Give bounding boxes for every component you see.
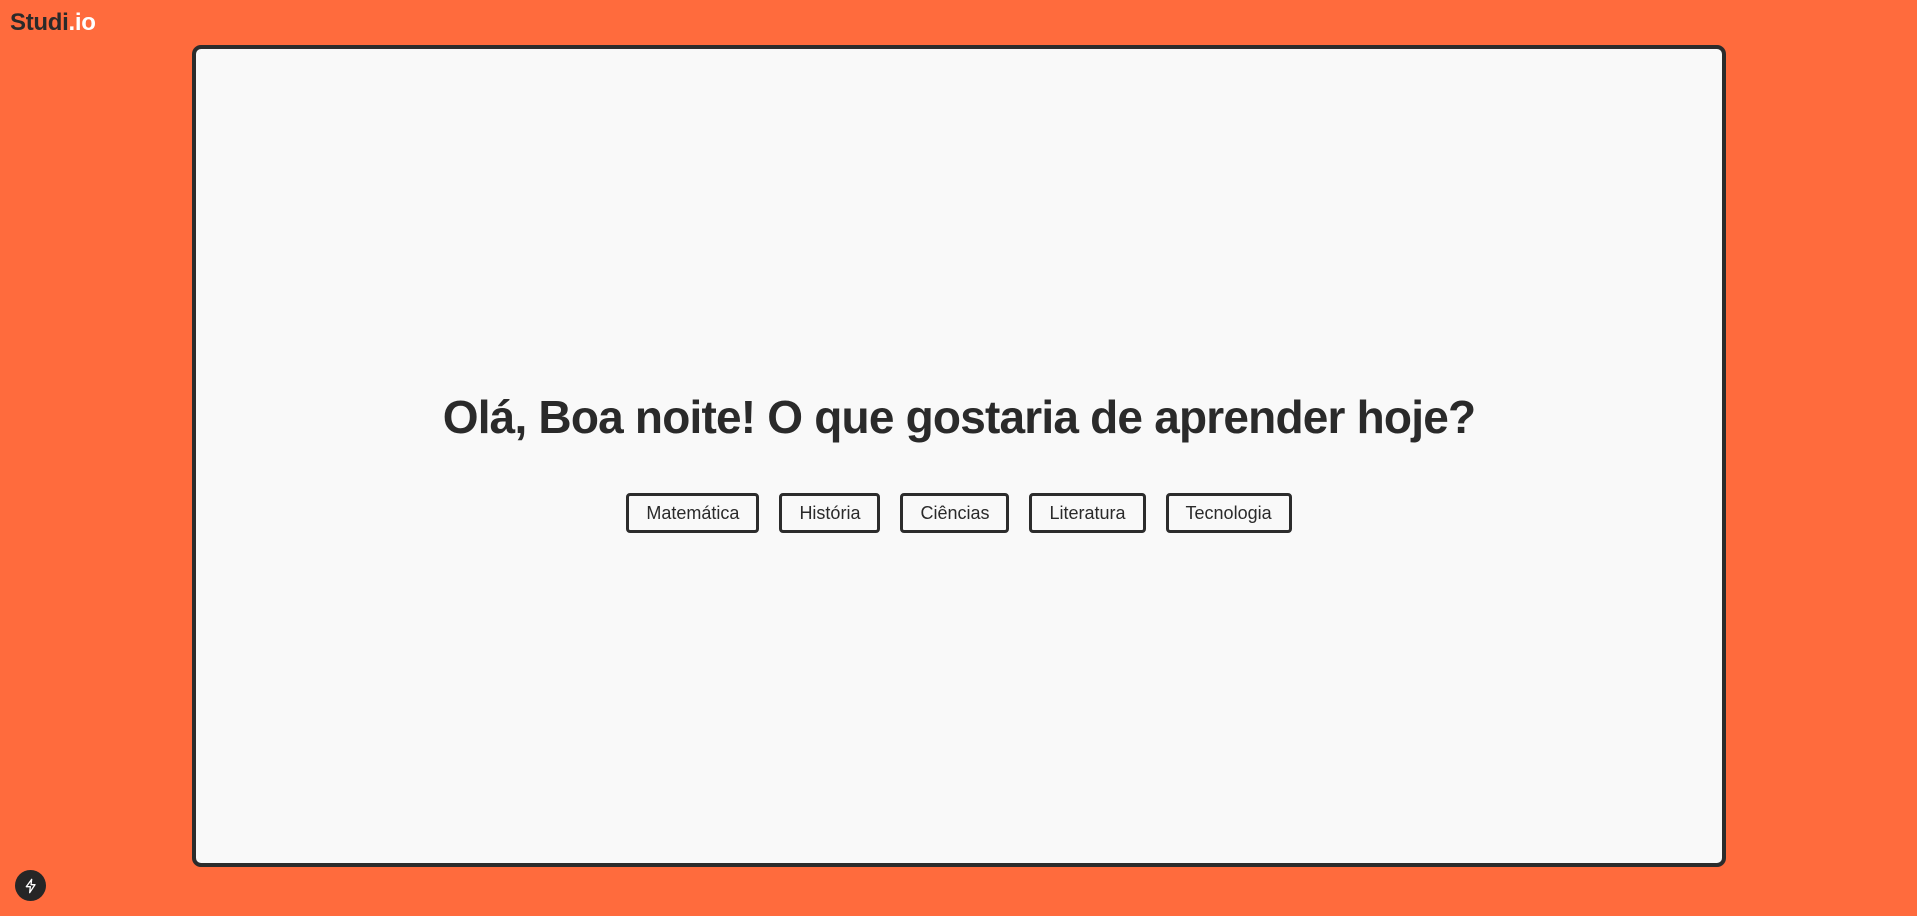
topic-chip-matematica[interactable]: Matemática xyxy=(626,493,760,533)
dev-tools-badge[interactable] xyxy=(15,870,46,901)
topic-chip-ciencias[interactable]: Ciências xyxy=(900,493,1010,533)
logo-main-text: Studi xyxy=(10,9,69,36)
topic-chip-literatura[interactable]: Literatura xyxy=(1029,493,1146,533)
main-panel: Olá, Boa noite! O que gostaria de aprend… xyxy=(192,45,1726,867)
topic-chip-historia[interactable]: História xyxy=(779,493,881,533)
logo-suffix-text: .io xyxy=(68,9,96,36)
topic-chip-tecnologia[interactable]: Tecnologia xyxy=(1165,493,1292,533)
lightning-bolt-icon xyxy=(25,878,36,893)
app-logo[interactable]: Studi.io xyxy=(10,8,96,38)
topic-chip-group: Matemática História Ciências Literatura … xyxy=(196,493,1722,533)
greeting-heading: Olá, Boa noite! O que gostaria de aprend… xyxy=(442,391,1476,443)
